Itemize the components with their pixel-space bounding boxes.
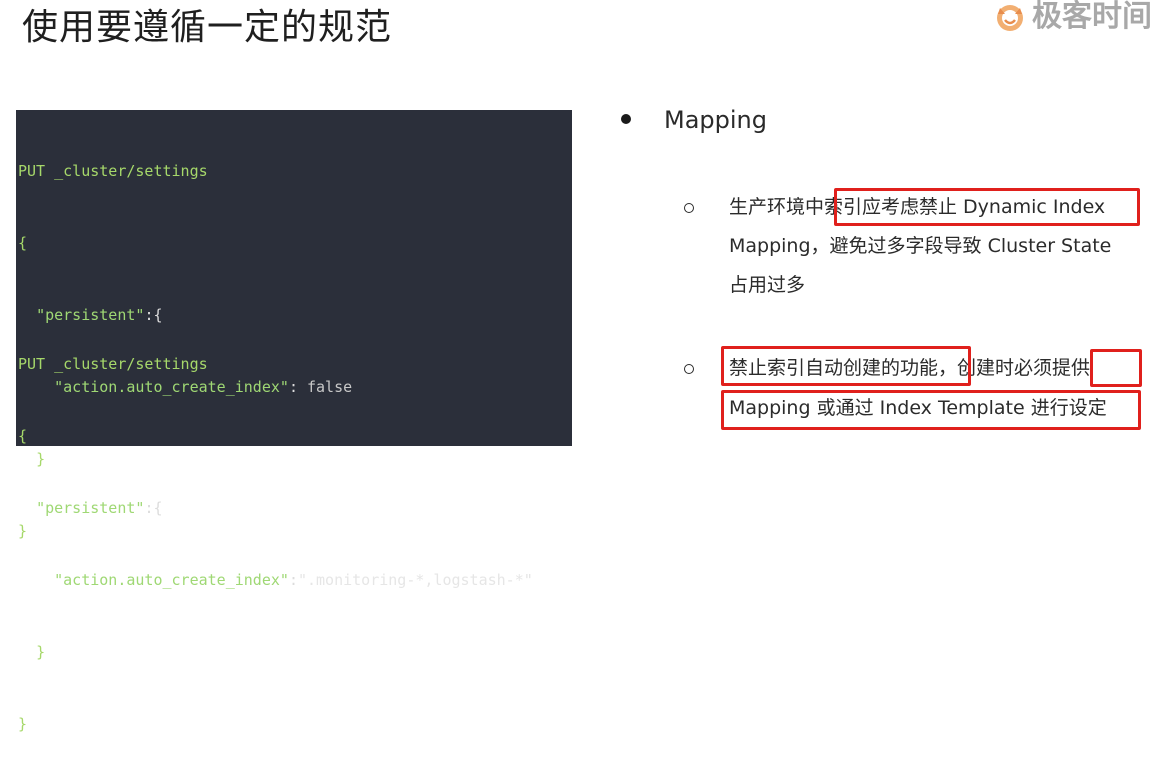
json-key: "persistent" [36, 499, 145, 517]
code-panel: PUT _cluster/settings { "persistent":{ "… [16, 110, 572, 733]
code-line: "persistent":{ [18, 496, 533, 520]
code-line: PUT _cluster/settings [18, 355, 208, 373]
code-line: "action.auto_create_index":".monitoring-… [18, 568, 533, 592]
sub-bullet-circle-icon [684, 203, 694, 213]
code-line: { [18, 234, 28, 252]
highlight-box [834, 188, 1140, 226]
logo: 极客时间 [992, 0, 1152, 34]
sub-bullet-circle-icon [684, 364, 694, 374]
highlight-box [721, 390, 1141, 430]
geek-time-logo-icon [997, 5, 1023, 31]
logo-text: 极客时间 [1032, 0, 1152, 34]
code-line: PUT _cluster/settings [18, 162, 208, 180]
code-block-2: PUT _cluster/settings { "persistent":{ "… [18, 304, 533, 784]
slide-title: 使用要遵循一定的规范 [22, 7, 393, 48]
json-punct: : [288, 571, 298, 589]
highlight-box [1090, 349, 1142, 387]
code-line: } [18, 715, 28, 733]
sub-bullet-1-line-2: Mapping，避免过多字段导致 Cluster State [729, 235, 1112, 257]
highlight-box [721, 346, 971, 386]
code-line: } [18, 640, 533, 664]
json-punct: :{ [144, 499, 163, 517]
bullet-main-label: Mapping [664, 106, 767, 134]
json-key: "action.auto_create_index" [54, 571, 289, 589]
code-line: { [18, 427, 28, 445]
sub-bullet-1-line-3: 占用过多 [729, 274, 806, 296]
bullet-dot-icon [621, 114, 631, 124]
json-value: ".monitoring-*,logstash-*" [297, 571, 533, 589]
json-brace: } [36, 643, 46, 661]
